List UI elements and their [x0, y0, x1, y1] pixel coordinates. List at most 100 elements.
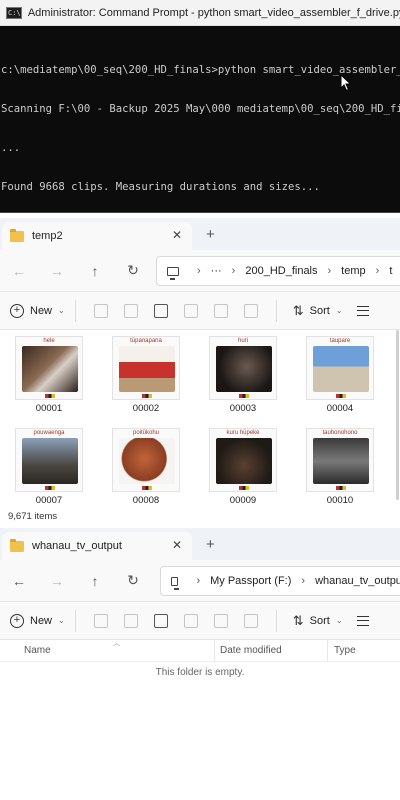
file-item[interactable]: hele 00001 [12, 336, 86, 414]
back-arrow-icon[interactable]: ← [0, 263, 38, 279]
paste-icon[interactable] [153, 303, 168, 318]
view-options-icon[interactable] [356, 615, 369, 626]
thumbnail-caption: kuru hūpeke [226, 430, 260, 436]
new-button[interactable]: + New ⌄ [10, 613, 65, 628]
delete-icon[interactable] [243, 303, 258, 318]
sort-caret-icon: ︿ [113, 640, 120, 647]
cmd-window-title: Administrator: Command Prompt - python s… [27, 6, 400, 19]
video-thumbnail: hele [15, 336, 83, 400]
copy-icon[interactable] [123, 613, 138, 628]
breadcrumb-whanau-tv-output[interactable]: whanau_tv_output [315, 575, 400, 587]
flag-mark [45, 394, 55, 398]
folder-icon [10, 228, 24, 242]
file-name: 00004 [326, 403, 354, 414]
breadcrumb-overflow[interactable]: ··· [211, 265, 222, 277]
cmd-line: Found 9668 clips. Measuring durations an… [1, 181, 320, 193]
tab-label: temp2 [32, 230, 63, 242]
video-thumbnail: taupare [306, 336, 374, 400]
thumbnail-caption: huri [237, 338, 248, 344]
refresh-icon[interactable]: ↻ [114, 262, 152, 279]
flag-mark [142, 394, 152, 398]
delete-icon[interactable] [243, 613, 258, 628]
new-tab-button[interactable]: + [206, 226, 215, 243]
chevron-down-icon: ⌄ [335, 616, 343, 625]
close-tab-icon[interactable]: ✕ [172, 228, 182, 242]
column-date-modified[interactable]: Date modified [220, 645, 282, 656]
rename-icon[interactable] [183, 613, 198, 628]
column-type[interactable]: Type [334, 645, 356, 656]
sort-icon: ⇅ [292, 612, 304, 628]
new-button[interactable]: + New ⌄ [10, 303, 65, 318]
tab-temp2[interactable]: temp2 ✕ [2, 222, 192, 250]
scrollbar-thumb[interactable] [396, 330, 399, 500]
toolbar-divider [275, 609, 277, 632]
breadcrumb-temp2[interactable]: t [389, 265, 392, 277]
new-tab-button[interactable]: + [206, 536, 215, 553]
refresh-icon[interactable]: ↻ [114, 572, 152, 589]
column-divider[interactable] [327, 640, 328, 662]
file-name: 00010 [326, 495, 354, 506]
thumbnail-image [22, 346, 78, 392]
computer-icon [167, 266, 179, 280]
cmd-line: ... [1, 142, 21, 154]
thumbnail-caption: pouwaenga [33, 430, 65, 436]
paste-icon[interactable] [153, 613, 168, 628]
toolbar-divider [74, 299, 76, 322]
file-item[interactable]: taupare 00004 [303, 336, 377, 414]
file-grid: hele 00001 tūpanapana 00002 huri 00003 t… [0, 330, 400, 514]
sort-label: Sort [309, 614, 330, 627]
file-item[interactable]: poitūkohu 00008 [109, 428, 183, 506]
thumbnail-caption: tūpanapana [130, 338, 162, 344]
thumbnail-caption: taupare [329, 338, 351, 344]
computer-icon [171, 576, 180, 590]
toolbar-divider [275, 299, 277, 322]
breadcrumb-chevron-icon[interactable]: › [196, 575, 200, 587]
file-item[interactable]: huri 00003 [206, 336, 280, 414]
rename-icon[interactable] [183, 303, 198, 318]
share-icon[interactable] [213, 613, 228, 628]
breadcrumb-my-passport[interactable]: My Passport (F:) [210, 575, 291, 587]
forward-arrow-icon[interactable]: → [38, 263, 76, 279]
toolbar-divider [74, 609, 76, 632]
new-label: New [30, 304, 53, 317]
sort-button[interactable]: ⇅ Sort ⌄ [293, 303, 343, 319]
sort-button[interactable]: ⇅ Sort ⌄ [293, 613, 343, 629]
column-name[interactable]: Name [24, 645, 51, 656]
breadcrumb-chevron-icon[interactable]: › [232, 265, 236, 277]
close-tab-icon[interactable]: ✕ [172, 538, 182, 552]
column-divider[interactable] [214, 640, 215, 662]
forward-arrow-icon[interactable]: → [38, 573, 76, 589]
tab-strip: temp2 ✕ + [0, 218, 400, 250]
breadcrumb-temp[interactable]: temp [341, 265, 365, 277]
folder-icon [10, 538, 24, 552]
breadcrumb-chevron-icon[interactable]: › [376, 265, 380, 277]
up-arrow-icon[interactable]: ↑ [76, 573, 114, 589]
breadcrumb-chevron-icon[interactable]: › [301, 575, 305, 587]
cut-icon[interactable] [93, 303, 108, 318]
thumbnail-caption: tauhonohono [322, 430, 358, 436]
address-box[interactable]: › ··· › 200_HD_finals › temp › t [156, 256, 400, 286]
cut-icon[interactable] [93, 613, 108, 628]
back-arrow-icon[interactable]: ← [0, 573, 38, 589]
breadcrumb-200-hd-finals[interactable]: 200_HD_finals [245, 265, 317, 277]
breadcrumb-chevron-icon[interactable]: › [328, 265, 332, 277]
up-arrow-icon[interactable]: ↑ [76, 263, 114, 279]
breadcrumb-chevron-icon[interactable]: › [197, 265, 201, 277]
thumbnail-image [119, 346, 175, 392]
share-icon[interactable] [213, 303, 228, 318]
file-item[interactable]: pouwaenga 00007 [12, 428, 86, 506]
video-thumbnail: huri [209, 336, 277, 400]
cmd-titlebar[interactable]: C:\ Administrator: Command Prompt - pyth… [0, 0, 400, 26]
thumbnail-caption: poitūkohu [132, 430, 160, 436]
copy-icon[interactable] [123, 303, 138, 318]
file-item[interactable]: kuru hūpeke 00009 [206, 428, 280, 506]
file-item[interactable]: tauhonohono 00010 [303, 428, 377, 506]
tab-whanau-tv-output[interactable]: whanau_tv_output ✕ [2, 532, 192, 560]
file-item[interactable]: tūpanapana 00002 [109, 336, 183, 414]
view-options-icon[interactable] [356, 305, 369, 316]
chevron-down-icon: ⌄ [335, 306, 343, 315]
address-box[interactable]: › My Passport (F:) › whanau_tv_output [160, 566, 400, 596]
thumbnail-image [119, 438, 175, 484]
tab-strip: whanau_tv_output ✕ + [0, 528, 400, 560]
cmd-line: Scanning F:\00 - Backup 2025 May\000 med… [1, 103, 400, 115]
